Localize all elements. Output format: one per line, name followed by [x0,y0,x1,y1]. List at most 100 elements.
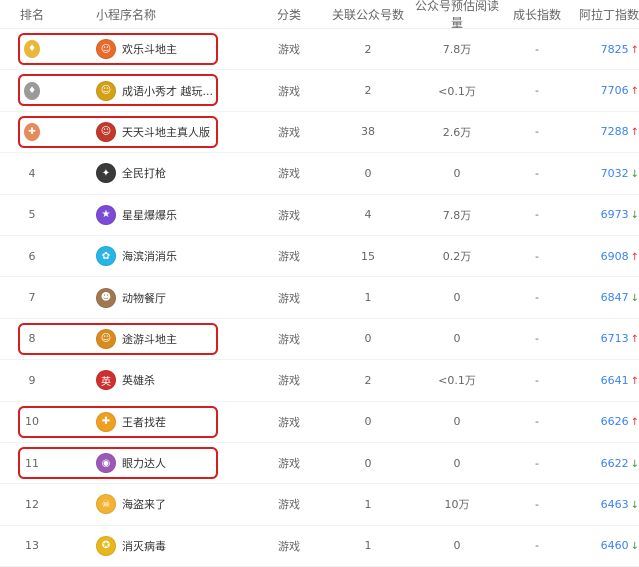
index-value[interactable]: 7825 [601,43,629,56]
header-growth-index[interactable]: 成长指数 [502,6,572,23]
app-name-cell[interactable]: ☻ 动物餐厅 [64,287,254,308]
rank-number: 11 [25,456,39,470]
trend-down-icon: ↓ [630,293,639,305]
trend-down-icon: ↓ [630,458,639,470]
app-avatar-icon: ☺ [96,39,116,60]
table-row[interactable]: 5 ★ 星星爆爆乐 游戏 4 7.8万 - 6973 ↓ [0,195,639,236]
app-name-link[interactable]: 欢乐斗地主 [122,41,177,57]
index-value[interactable]: 6622 [601,457,629,470]
app-avatar-icon: 英 [96,370,116,391]
app-name-cell[interactable]: ✚ 王者找茬 [64,411,254,432]
app-name-link[interactable]: 英雄杀 [122,372,155,388]
growth-index-cell: - [535,373,539,387]
app-name-link[interactable]: 王者找茬 [122,414,166,430]
app-name-cell[interactable]: ☺ 天天斗地主真人版 [64,121,254,142]
app-name-cell[interactable]: ☺ 成语小秀才 越玩... [64,80,254,101]
rank-cell: 4 [0,167,64,180]
aladdin-index-cell: 6847 ↓ [572,291,639,304]
app-name-cell[interactable]: 英英雄杀 [64,370,254,391]
index-value[interactable]: 7288 [601,125,629,138]
table-row[interactable]: 12 ☠ 海盗来了 游戏 1 10万 - 6463 ↓ [0,484,639,526]
app-name-cell[interactable]: ✦ 全民打枪 [64,163,254,184]
header-category[interactable]: 分类 [254,6,324,23]
app-name-cell[interactable]: ◉ 眼力达人 [64,453,254,474]
table-row[interactable]: ♦ ☺ 欢乐斗地主 游戏 2 7.8万 - 7825 ↑ [0,29,639,71]
estimated-reads-cell: 0 [453,415,461,429]
app-name-link[interactable]: 眼力达人 [122,455,166,471]
rank-cell: 10 [0,415,64,428]
index-value[interactable]: 6460 [601,539,629,552]
header-related-accounts[interactable]: 关联公众号数 [324,6,412,23]
category-cell: 游戏 [278,167,300,181]
growth-index-cell: - [535,249,539,263]
app-name-link[interactable]: 海盗来了 [122,496,166,512]
rank-cell: 6 [0,250,64,263]
index-value[interactable]: 7706 [601,84,629,97]
bronze-medal-icon: ✚ [24,122,40,141]
related-accounts-cell: 15 [361,249,375,263]
aladdin-index-cell: 6641 ↑ [572,374,639,387]
index-value[interactable]: 6463 [601,498,629,511]
table-row[interactable]: ♦ ☺ 成语小秀才 越玩... 游戏 2 <0.1万 - 7706 ↑ [0,70,639,112]
growth-index-cell: - [535,166,539,180]
app-name-link[interactable]: 消灭病毒 [122,538,166,554]
table-row[interactable]: 4 ✦ 全民打枪 游戏 0 0 - 7032 ↓ [0,153,639,195]
header-aladdin-index[interactable]: 阿拉丁指数 [572,6,639,23]
estimated-reads-cell: 0 [453,539,461,553]
app-name-cell[interactable]: ★ 星星爆爆乐 [64,204,254,225]
header-rank[interactable]: 排名 [0,6,64,23]
app-name-cell[interactable]: ☺ 欢乐斗地主 [64,39,254,60]
estimated-reads-cell: 10万 [444,498,470,512]
category-cell: 游戏 [278,498,300,512]
app-name-link[interactable]: 动物餐厅 [122,290,166,306]
category-cell: 游戏 [278,208,300,222]
app-name-cell[interactable]: ☠ 海盗来了 [64,494,254,515]
index-value[interactable]: 6908 [601,250,629,263]
table-row[interactable]: ✚ ☺ 天天斗地主真人版 游戏 38 2.6万 - 7288 ↑ [0,112,639,154]
category-cell: 游戏 [278,291,300,305]
rank-cell: 5 [0,208,64,221]
index-value[interactable]: 6973 [601,208,629,221]
category-cell: 游戏 [278,43,300,57]
table-row[interactable]: 9 英英雄杀 游戏 2 <0.1万 - 6641 ↑ [0,360,639,402]
app-name-link[interactable]: 途游斗地主 [122,331,177,347]
rank-number: 8 [28,332,36,346]
index-value[interactable]: 6713 [601,332,629,345]
aladdin-index-cell: 6626 ↑ [572,415,639,428]
app-avatar-icon: ☺ [96,80,116,101]
table-row[interactable]: 7 ☻ 动物餐厅 游戏 1 0 - 6847 ↓ [0,277,639,319]
rank-cell: 9 [0,374,64,387]
related-accounts-cell: 0 [364,415,372,429]
estimated-reads-cell: 7.8万 [442,208,472,222]
app-avatar-icon: ✚ [96,411,116,432]
index-value[interactable]: 6847 [601,291,629,304]
app-name-cell[interactable]: ✿ 海滨消消乐 [64,246,254,267]
table-row[interactable]: 10 ✚ 王者找茬 游戏 0 0 - 6626 ↑ [0,402,639,443]
rank-number: 9 [28,373,36,387]
related-accounts-cell: 1 [364,291,372,305]
app-name-cell[interactable]: ✪ 消灭病毒 [64,535,254,556]
app-name-link[interactable]: 天天斗地主真人版 [122,124,210,140]
rank-number: 5 [28,208,36,222]
table-row[interactable]: 11 ◉ 眼力达人 游戏 0 0 - 6622 ↓ [0,443,639,485]
app-name-link[interactable]: 全民打枪 [122,165,166,181]
app-name-link[interactable]: 海滨消消乐 [122,248,177,264]
app-name-link[interactable]: 星星爆爆乐 [122,207,177,223]
category-cell: 游戏 [278,332,300,346]
estimated-reads-cell: 2.6万 [442,125,472,139]
table-row[interactable]: 13 ✪ 消灭病毒 游戏 1 0 - 6460 ↓ [0,526,639,567]
aladdin-index-cell: 7825 ↑ [572,43,639,56]
index-value[interactable]: 7032 [601,167,629,180]
app-name-cell[interactable]: ☺ 途游斗地主 [64,328,254,349]
index-value[interactable]: 6641 [601,374,629,387]
table-row[interactable]: 8 ☺ 途游斗地主 游戏 0 0 - 6713 ↑ [0,319,639,361]
table-row[interactable]: 6 ✿ 海滨消消乐 游戏 15 0.2万 - 6908 ↑ [0,236,639,278]
app-name-link[interactable]: 成语小秀才 越玩... [122,83,213,99]
header-name[interactable]: 小程序名称 [64,6,254,23]
table-body: ♦ ☺ 欢乐斗地主 游戏 2 7.8万 -7825 ↑ ♦ ☺ 成语小秀才 越玩... 游戏 2 <0.1… [0,29,639,567]
app-avatar-icon: ☺ [96,121,116,142]
index-value[interactable]: 6626 [601,415,629,428]
header-estimated-reads[interactable]: 公众号预估阅读量 [412,0,502,31]
trend-up-icon: ↑ [630,375,639,387]
table-header: 排名 小程序名称 分类 关联公众号数 公众号预估阅读量 成长指数 阿拉丁指数 [0,0,639,31]
